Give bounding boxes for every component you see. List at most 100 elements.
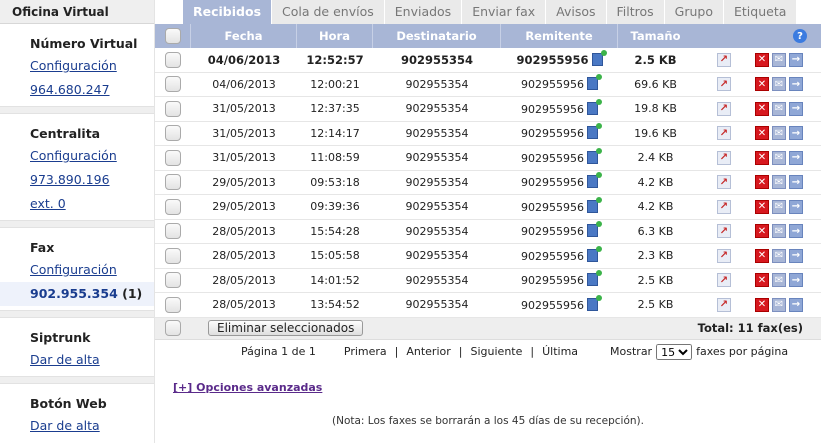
add-contact-icon[interactable] (587, 123, 602, 140)
email-icon[interactable]: ✉ (772, 248, 786, 263)
row-checkbox[interactable] (165, 272, 181, 289)
column-header-recipient[interactable]: Destinatario (373, 24, 501, 48)
signup-link[interactable]: Dar de alta (30, 414, 154, 438)
email-icon[interactable]: ✉ (772, 150, 786, 165)
config-link[interactable]: Configuración (30, 258, 154, 282)
pdf-icon[interactable]: ↗ (717, 297, 731, 312)
email-icon[interactable]: ✉ (772, 77, 786, 92)
delete-icon[interactable]: ✕ (755, 150, 769, 165)
add-contact-icon[interactable] (587, 270, 602, 287)
config-link[interactable]: Configuración (30, 144, 154, 168)
centralita-number-link[interactable]: 973.890.196 (30, 168, 154, 192)
forward-icon[interactable]: → (789, 150, 803, 165)
config-link[interactable]: Configuración (30, 54, 154, 78)
forward-icon[interactable]: → (789, 297, 803, 312)
email-icon[interactable]: ✉ (772, 126, 786, 141)
row-checkbox[interactable] (165, 51, 181, 68)
email-icon[interactable]: ✉ (772, 175, 786, 190)
email-icon[interactable]: ✉ (772, 224, 786, 239)
add-contact-icon[interactable] (587, 172, 602, 189)
table-row[interactable]: 28/05/2013 13:54:52 902955354 902955956 2.5 … (155, 293, 821, 318)
delete-icon[interactable]: ✕ (755, 101, 769, 116)
add-contact-icon[interactable] (587, 74, 602, 91)
footer-checkbox[interactable] (165, 320, 181, 336)
column-header-sender[interactable]: Remitente (501, 24, 618, 48)
column-header-date[interactable]: Fecha (191, 24, 297, 48)
row-checkbox[interactable] (165, 100, 181, 117)
signup-link[interactable]: Dar de alta (30, 348, 154, 372)
active-fax-number[interactable]: 902.955.354 (1) (0, 282, 154, 306)
delete-icon[interactable]: ✕ (755, 77, 769, 92)
delete-selected-button[interactable]: Eliminar seleccionados (208, 320, 364, 336)
row-checkbox[interactable] (165, 198, 181, 215)
pdf-icon[interactable]: ↗ (717, 150, 731, 165)
pdf-icon[interactable]: ↗ (717, 126, 731, 141)
add-contact-icon[interactable] (587, 196, 602, 213)
delete-icon[interactable]: ✕ (755, 224, 769, 239)
tab-filtros[interactable]: Filtros (606, 0, 664, 24)
first-page-link[interactable]: Primera (344, 345, 387, 358)
forward-icon[interactable]: → (789, 273, 803, 288)
pdf-icon[interactable]: ↗ (717, 224, 731, 239)
forward-icon[interactable]: → (789, 224, 803, 239)
forward-icon[interactable]: → (789, 175, 803, 190)
advanced-options-link[interactable]: [+] Opciones avanzadas (173, 381, 322, 394)
column-header-time[interactable]: Hora (297, 24, 373, 48)
email-icon[interactable]: ✉ (772, 101, 786, 116)
extension-link[interactable]: ext. 0 (30, 192, 154, 216)
table-row[interactable]: 28/05/2013 15:54:28 902955354 902955956 6.3 … (155, 220, 821, 244)
email-icon[interactable]: ✉ (772, 52, 786, 67)
row-checkbox[interactable] (165, 247, 181, 264)
row-checkbox[interactable] (165, 149, 181, 166)
delete-icon[interactable]: ✕ (755, 126, 769, 141)
add-contact-icon[interactable] (587, 147, 602, 164)
table-row[interactable]: 29/05/2013 09:39:36 902955354 902955956 4.2 … (155, 195, 821, 220)
table-row[interactable]: 28/05/2013 14:01:52 902955354 902955956 2.5 … (155, 269, 821, 293)
forward-icon[interactable]: → (789, 77, 803, 92)
table-row[interactable]: 04/06/2013 12:52:57 902955354 902955956 2.5 … (155, 48, 821, 73)
tab-recibidos[interactable]: Recibidos (183, 0, 272, 24)
row-checkbox[interactable] (165, 76, 181, 93)
help-icon[interactable]: ? (793, 29, 807, 43)
next-page-link[interactable]: Siguiente (471, 345, 523, 358)
delete-icon[interactable]: ✕ (755, 297, 769, 312)
table-row[interactable]: 31/05/2013 12:37:35 902955354 902955956 19.8… (155, 97, 821, 122)
forward-icon[interactable]: → (789, 126, 803, 141)
tab-enviados[interactable]: Enviados (384, 0, 462, 24)
row-checkbox[interactable] (165, 125, 181, 142)
add-contact-icon[interactable] (591, 49, 607, 66)
tab-enviar-fax[interactable]: Enviar fax (462, 0, 546, 24)
pdf-icon[interactable]: ↗ (717, 175, 731, 190)
tab-avisos[interactable]: Avisos (546, 0, 606, 24)
forward-icon[interactable]: → (789, 101, 803, 116)
add-contact-icon[interactable] (587, 245, 602, 262)
select-all-checkbox[interactable] (164, 28, 181, 44)
table-row[interactable]: 28/05/2013 15:05:58 902955354 902955956 2.3 … (155, 244, 821, 269)
table-row[interactable]: 04/06/2013 12:00:21 902955354 902955956 69.6… (155, 73, 821, 97)
table-row[interactable]: 29/05/2013 09:53:18 902955354 902955956 4.2 … (155, 171, 821, 195)
pdf-icon[interactable]: ↗ (717, 199, 731, 214)
delete-icon[interactable]: ✕ (755, 175, 769, 190)
table-row[interactable]: 31/05/2013 11:08:59 902955354 902955956 2.4 … (155, 146, 821, 171)
row-checkbox[interactable] (165, 223, 181, 240)
pdf-icon[interactable]: ↗ (717, 248, 731, 263)
forward-icon[interactable]: → (789, 52, 803, 67)
forward-icon[interactable]: → (789, 248, 803, 263)
add-contact-icon[interactable] (587, 294, 602, 311)
delete-icon[interactable]: ✕ (755, 199, 769, 214)
delete-icon[interactable]: ✕ (755, 52, 769, 67)
tab-etiqueta[interactable]: Etiqueta (724, 0, 797, 24)
pdf-icon[interactable]: ↗ (717, 52, 731, 67)
per-page-select[interactable]: 15 (656, 343, 693, 360)
email-icon[interactable]: ✉ (772, 199, 786, 214)
add-contact-icon[interactable] (587, 98, 602, 115)
delete-icon[interactable]: ✕ (755, 248, 769, 263)
prev-page-link[interactable]: Anterior (406, 345, 450, 358)
last-page-link[interactable]: Última (542, 345, 578, 358)
virtual-number-link[interactable]: 964.680.247 (30, 78, 154, 102)
tab-grupo[interactable]: Grupo (664, 0, 723, 24)
row-checkbox[interactable] (165, 174, 181, 191)
forward-icon[interactable]: → (789, 199, 803, 214)
pdf-icon[interactable]: ↗ (717, 101, 731, 116)
row-checkbox[interactable] (165, 296, 181, 313)
